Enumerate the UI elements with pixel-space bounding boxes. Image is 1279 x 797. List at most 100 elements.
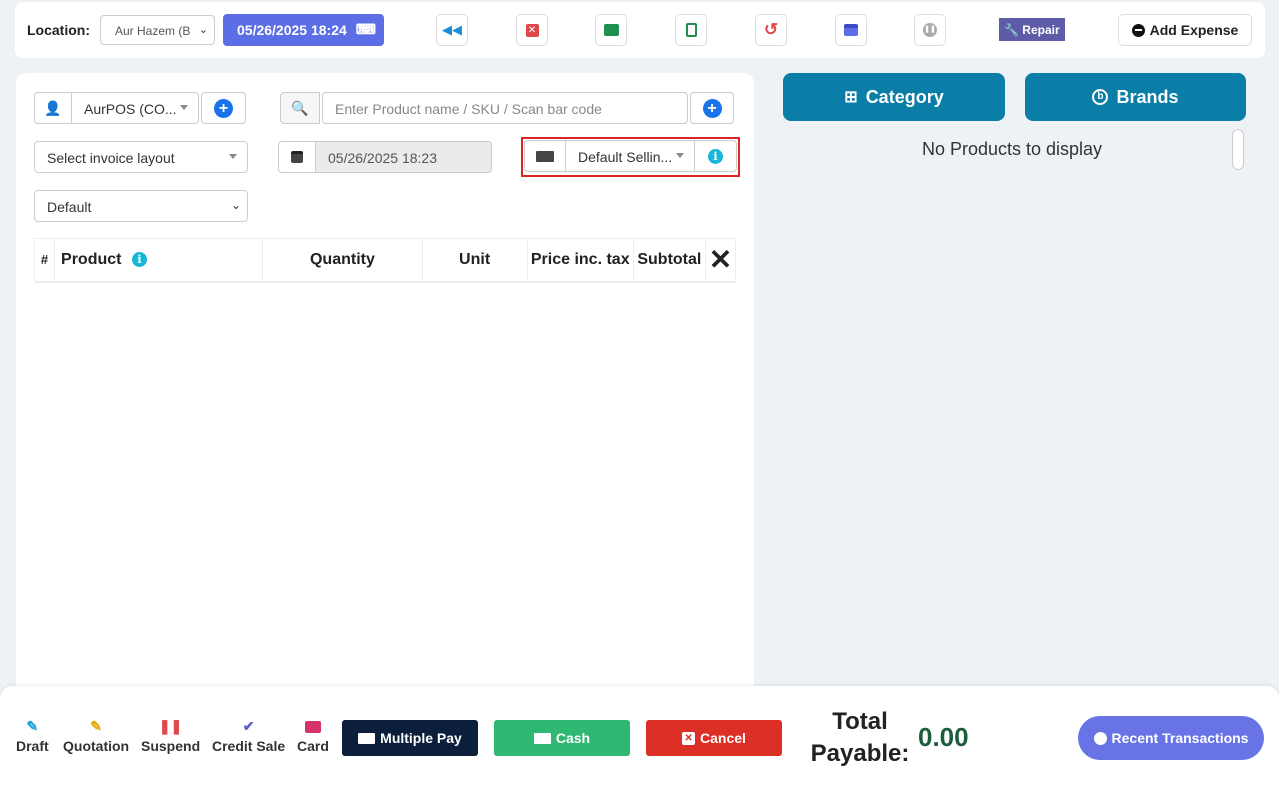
window-icon bbox=[844, 24, 858, 36]
col-quantity: Quantity bbox=[262, 238, 423, 283]
cancel-label: Cancel bbox=[700, 730, 746, 746]
cancel-button[interactable]: ✕ Cancel bbox=[646, 720, 782, 756]
pause-circle-icon: ❚❚ bbox=[923, 23, 937, 37]
briefcase-icon bbox=[603, 24, 619, 36]
col-subtotal: Subtotal bbox=[633, 238, 706, 283]
no-products-message: No Products to display bbox=[921, 139, 1103, 159]
rewind-icon: ◀◀ bbox=[442, 22, 462, 37]
close-box-icon: ✕ bbox=[525, 23, 539, 37]
multiple-pay-label: Multiple Pay bbox=[380, 730, 462, 746]
add-customer-button[interactable]: + bbox=[201, 92, 246, 124]
product-list-scrollbar[interactable] bbox=[1232, 129, 1244, 170]
pos-form-panel: 👤 AurPOS (CO... + 🔍 Enter Product name /… bbox=[16, 73, 754, 713]
invoice-layout-select[interactable]: Select invoice layout bbox=[34, 141, 248, 173]
clock-icon bbox=[1093, 731, 1107, 745]
check-icon: ✔ bbox=[242, 718, 255, 734]
credit-sale-label: Credit Sale bbox=[212, 738, 286, 754]
keyboard-icon: ⌨ bbox=[355, 21, 376, 37]
total-payable-value: 0.00 bbox=[918, 722, 969, 752]
cash-button[interactable]: Cash bbox=[494, 720, 630, 756]
repair-label: Repair bbox=[1022, 22, 1060, 37]
brand-circle-icon: b bbox=[1092, 89, 1109, 105]
credit-card-icon bbox=[304, 721, 321, 733]
draft-button[interactable]: ✎ Draft bbox=[16, 718, 49, 754]
quotation-button[interactable]: ✎ Quotation bbox=[63, 718, 129, 754]
edit-icon: ✎ bbox=[26, 718, 39, 734]
date-addon bbox=[278, 141, 316, 173]
plus-circle-icon: + bbox=[702, 98, 722, 118]
search-addon: 🔍 bbox=[280, 92, 320, 124]
col-product: Product i bbox=[54, 238, 264, 283]
chevron-down-icon: ⌄ bbox=[198, 24, 208, 36]
product-search-input[interactable]: Enter Product name / SKU / Scan bar code bbox=[322, 92, 688, 124]
customer-display-button[interactable] bbox=[835, 14, 867, 46]
category-button[interactable]: ⊞ Category bbox=[783, 73, 1005, 121]
service-type-value: Default bbox=[47, 199, 92, 215]
current-datetime: 05/26/2025 18:24 bbox=[237, 22, 347, 38]
grid-plus-icon: ⊞ bbox=[844, 89, 858, 106]
info-icon[interactable]: i bbox=[131, 251, 147, 267]
wrench-icon: 🔧 bbox=[1004, 22, 1020, 37]
suspend-label: Suspend bbox=[141, 738, 201, 754]
close-box-icon: ✕ bbox=[682, 731, 696, 745]
customer-value: AurPOS (CO... bbox=[84, 101, 177, 117]
brands-label: Brands bbox=[1116, 86, 1179, 107]
service-type-select[interactable]: Default ⌄ bbox=[34, 190, 248, 222]
location-select[interactable]: Aur Hazem (B ⌄ bbox=[100, 15, 215, 45]
plus-circle-icon: + bbox=[214, 98, 233, 118]
highlight-outline bbox=[521, 137, 740, 177]
brands-button[interactable]: b Brands bbox=[1025, 73, 1246, 121]
suspend-button[interactable]: ❚❚ Suspend bbox=[141, 718, 200, 754]
top-toolbar: Location: Aur Hazem (B ⌄ 05/26/2025 18:2… bbox=[15, 2, 1265, 58]
pause-icon: ❚❚ bbox=[158, 718, 183, 734]
location-select-value: Aur Hazem (B bbox=[115, 24, 191, 38]
credit-sale-button[interactable]: ✔ Credit Sale bbox=[212, 718, 285, 754]
calendar-icon bbox=[291, 151, 303, 163]
category-label: Category bbox=[865, 86, 944, 107]
money-check-icon bbox=[358, 732, 376, 744]
add-product-button[interactable]: + bbox=[690, 92, 734, 124]
multiple-pay-button[interactable]: Multiple Pay bbox=[342, 720, 478, 756]
card-button[interactable]: Card bbox=[297, 718, 329, 754]
add-expense-label: Add Expense bbox=[1149, 22, 1239, 38]
sell-return-button[interactable]: ↺ bbox=[755, 14, 787, 46]
invoice-layout-value: Select invoice layout bbox=[47, 150, 175, 166]
user-icon: 👤 bbox=[44, 99, 62, 116]
cart-table: # Product i Quantity Unit Price inc. tax… bbox=[33, 238, 737, 283]
col-remove: ✕ bbox=[705, 238, 737, 283]
minus-circle-icon bbox=[1131, 23, 1145, 37]
quotation-label: Quotation bbox=[63, 738, 130, 754]
close-register-button[interactable]: ✕ bbox=[516, 14, 548, 46]
close-icon: ✕ bbox=[708, 243, 733, 275]
col-unit: Unit bbox=[422, 238, 528, 283]
location-label: Location: bbox=[27, 22, 90, 38]
suspended-sales-button[interactable]: ❚❚ bbox=[914, 14, 946, 46]
transaction-date-input[interactable]: 05/26/2025 18:23 bbox=[315, 141, 492, 173]
recent-transactions-button[interactable]: Recent Transactions bbox=[1078, 716, 1264, 760]
search-icon: 🔍 bbox=[291, 99, 309, 116]
col-product-label: Product bbox=[61, 250, 122, 268]
chevron-down-icon: ⌄ bbox=[230, 198, 241, 212]
chevron-down-icon bbox=[180, 105, 188, 110]
repair-button[interactable]: 🔧 Repair bbox=[999, 18, 1065, 41]
customer-select[interactable]: AurPOS (CO... bbox=[71, 92, 199, 124]
card-label: Card bbox=[297, 738, 329, 754]
register-details-button[interactable] bbox=[595, 14, 627, 46]
customer-addon: 👤 bbox=[34, 92, 72, 124]
go-back-button[interactable]: ◀◀ bbox=[436, 14, 468, 46]
cash-label: Cash bbox=[555, 730, 591, 746]
add-expense-button[interactable]: Add Expense bbox=[1118, 14, 1252, 46]
transaction-date-value: 05/26/2025 18:23 bbox=[328, 150, 437, 166]
recent-transactions-label: Recent Transactions bbox=[1111, 730, 1249, 746]
col-index: # bbox=[33, 238, 56, 283]
edit-icon: ✎ bbox=[90, 718, 102, 734]
product-search-placeholder: Enter Product name / SKU / Scan bar code bbox=[335, 101, 602, 117]
money-bill-icon bbox=[533, 732, 551, 744]
current-datetime-badge[interactable]: 05/26/2025 18:24 ⌨ bbox=[223, 14, 384, 46]
cart-table-header: # Product i Quantity Unit Price inc. tax… bbox=[33, 238, 737, 283]
calculator-icon bbox=[685, 23, 697, 37]
total-payable-label: Total Payable: bbox=[810, 708, 910, 767]
col-price: Price inc. tax bbox=[527, 238, 634, 283]
calculator-button[interactable] bbox=[675, 14, 707, 46]
undo-icon: ↺ bbox=[763, 20, 779, 39]
